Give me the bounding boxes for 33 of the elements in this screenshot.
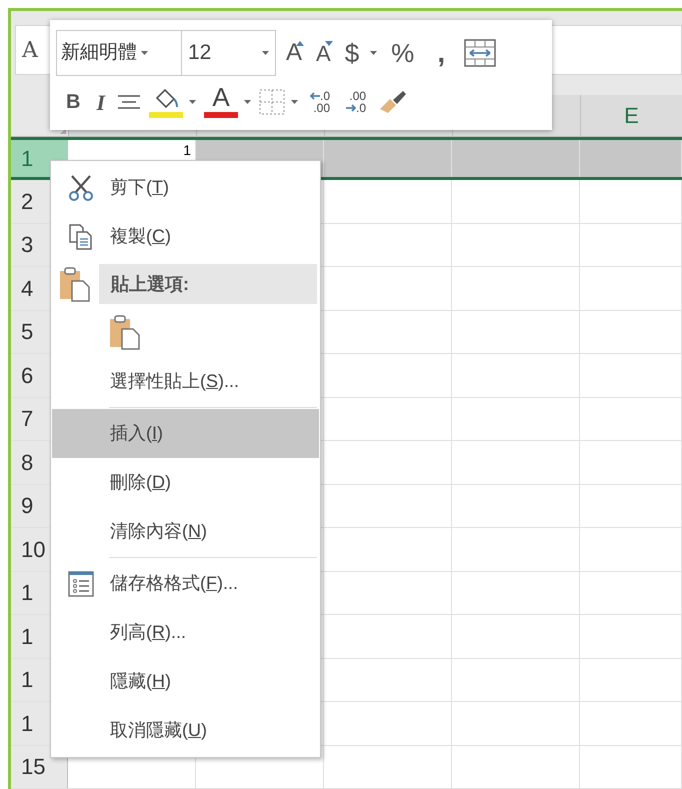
paint-bucket-icon[interactable] xyxy=(149,86,184,118)
font-size-dropdown[interactable]: 12 xyxy=(182,30,276,76)
font-color-button[interactable]: A xyxy=(204,84,238,120)
format-list-icon xyxy=(68,570,94,596)
shrink-font-button[interactable]: A xyxy=(312,36,335,70)
right-arrow-icon xyxy=(346,104,356,112)
comma-button[interactable]: , xyxy=(424,36,458,70)
copy-icon xyxy=(68,222,94,250)
caret-icon xyxy=(262,51,269,55)
column-header[interactable]: E xyxy=(580,95,682,136)
caret-icon xyxy=(291,100,298,104)
caret-icon xyxy=(370,51,378,55)
borders-icon[interactable] xyxy=(259,89,286,115)
font-name-dropdown[interactable]: 新細明體 xyxy=(56,30,182,76)
menu-item[interactable]: 插入(I) xyxy=(52,409,319,458)
increase-decimal-button[interactable]: .0 .00 xyxy=(306,90,334,114)
bold-button[interactable]: B xyxy=(62,85,84,119)
grow-font-button[interactable]: A xyxy=(282,36,306,70)
caret-icon xyxy=(141,51,148,55)
italic-button[interactable]: I xyxy=(92,85,110,119)
percent-button[interactable]: % xyxy=(387,36,418,70)
wrap-text-icon[interactable] xyxy=(464,39,496,67)
caret-icon xyxy=(244,100,252,104)
decrease-decimal-button[interactable]: .00 .0 xyxy=(342,90,370,114)
paste-options-header: 貼上選項: xyxy=(99,264,317,304)
caret-icon xyxy=(189,100,196,104)
down-triangle-icon xyxy=(324,41,333,46)
paintbrush-icon[interactable] xyxy=(378,89,408,115)
left-arrow-icon xyxy=(310,92,320,100)
scissors-icon xyxy=(68,174,94,202)
center-align-icon[interactable] xyxy=(117,94,142,110)
currency-button[interactable]: $ xyxy=(340,36,382,70)
clipboard-icon xyxy=(59,266,91,302)
